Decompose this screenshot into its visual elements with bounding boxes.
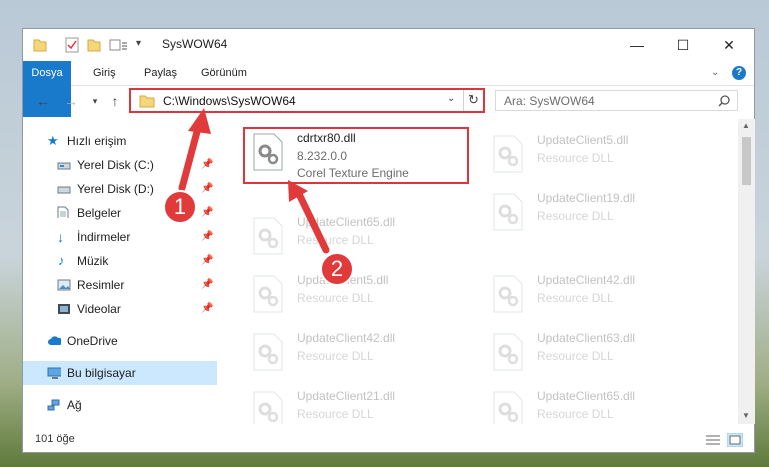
annotation-arrows [178,108,330,254]
step-badge-1: 1 [163,190,197,224]
arrow-1 [178,108,211,192]
step-badge-2: 2 [320,252,354,286]
arrow-2 [288,180,330,254]
